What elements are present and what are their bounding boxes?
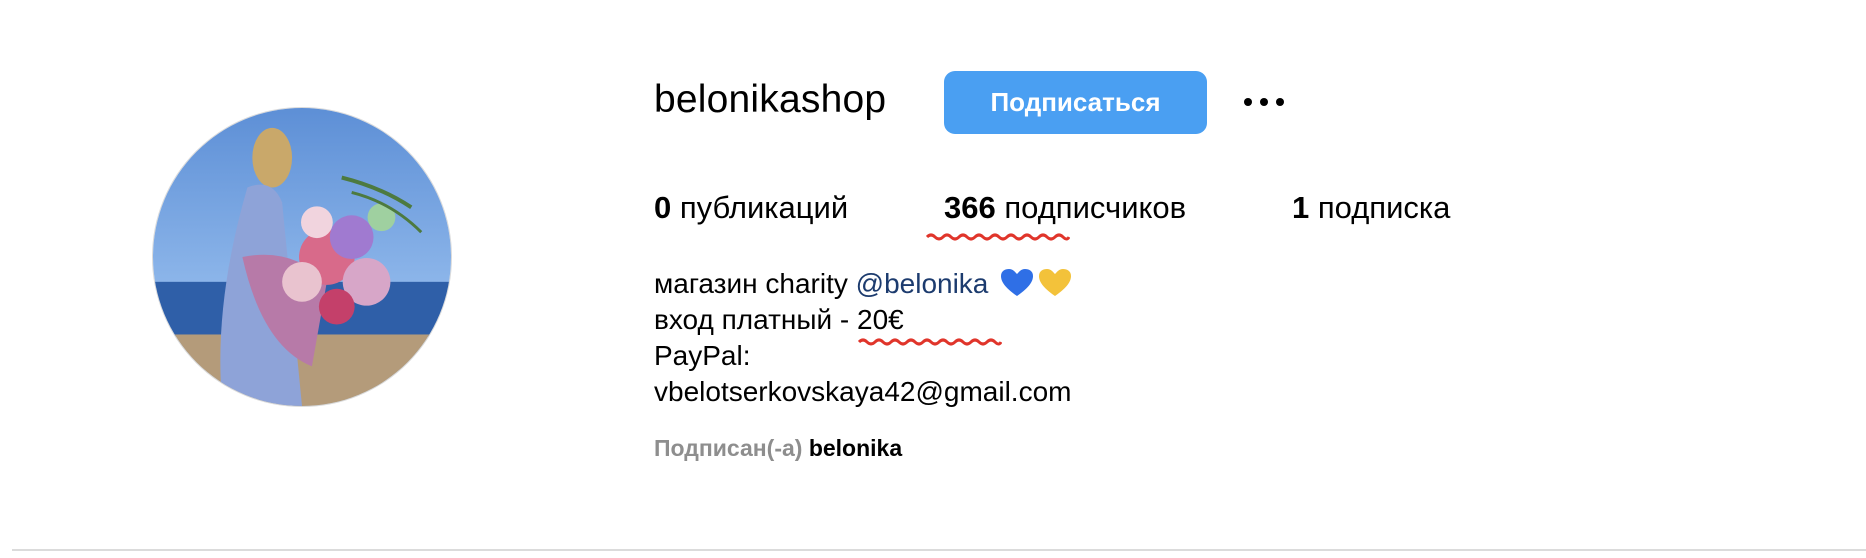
dot-icon — [1244, 98, 1252, 106]
following-count: 1 — [1292, 190, 1310, 225]
followed-by-label: Подписан(-а) — [654, 435, 803, 461]
dot-icon — [1276, 98, 1284, 106]
following-label: подписка — [1317, 190, 1451, 225]
bio-line-2: вход платный - 20€ — [654, 304, 904, 335]
posts-count: 0 — [654, 190, 672, 225]
bio-line-1: магазин charity @belonika — [654, 266, 1072, 302]
followed-by-user[interactable]: belonika — [809, 435, 902, 461]
followed-by[interactable]: Подписан(-а) belonika — [654, 435, 902, 462]
followers-count: 366 — [944, 190, 996, 225]
dot-icon — [1260, 98, 1268, 106]
blue-heart-icon — [1001, 269, 1034, 296]
price-annotation-underline — [857, 338, 1002, 346]
section-divider — [12, 549, 1866, 551]
stat-posts: 0 публикаций — [654, 190, 848, 226]
posts-label: публикаций — [679, 190, 849, 225]
profile-username: belonikashop — [654, 78, 887, 121]
bio-text: магазин charity — [654, 268, 856, 299]
follow-button[interactable]: Подписаться — [944, 71, 1207, 134]
bio-line-4: vbelotserkovskaya42@gmail.com — [654, 376, 1072, 407]
followers-label: подписчиков — [1004, 190, 1187, 225]
yellow-heart-icon — [1039, 269, 1072, 296]
stat-followers[interactable]: 366 подписчиков — [944, 190, 1186, 226]
stat-following[interactable]: 1 подписка — [1292, 190, 1450, 226]
more-options-icon[interactable] — [1238, 82, 1290, 122]
bio-mention-link[interactable]: @belonika — [856, 268, 989, 299]
avatar-photo — [153, 108, 451, 406]
profile-avatar[interactable] — [152, 107, 452, 407]
followers-annotation-underline — [925, 233, 1070, 241]
